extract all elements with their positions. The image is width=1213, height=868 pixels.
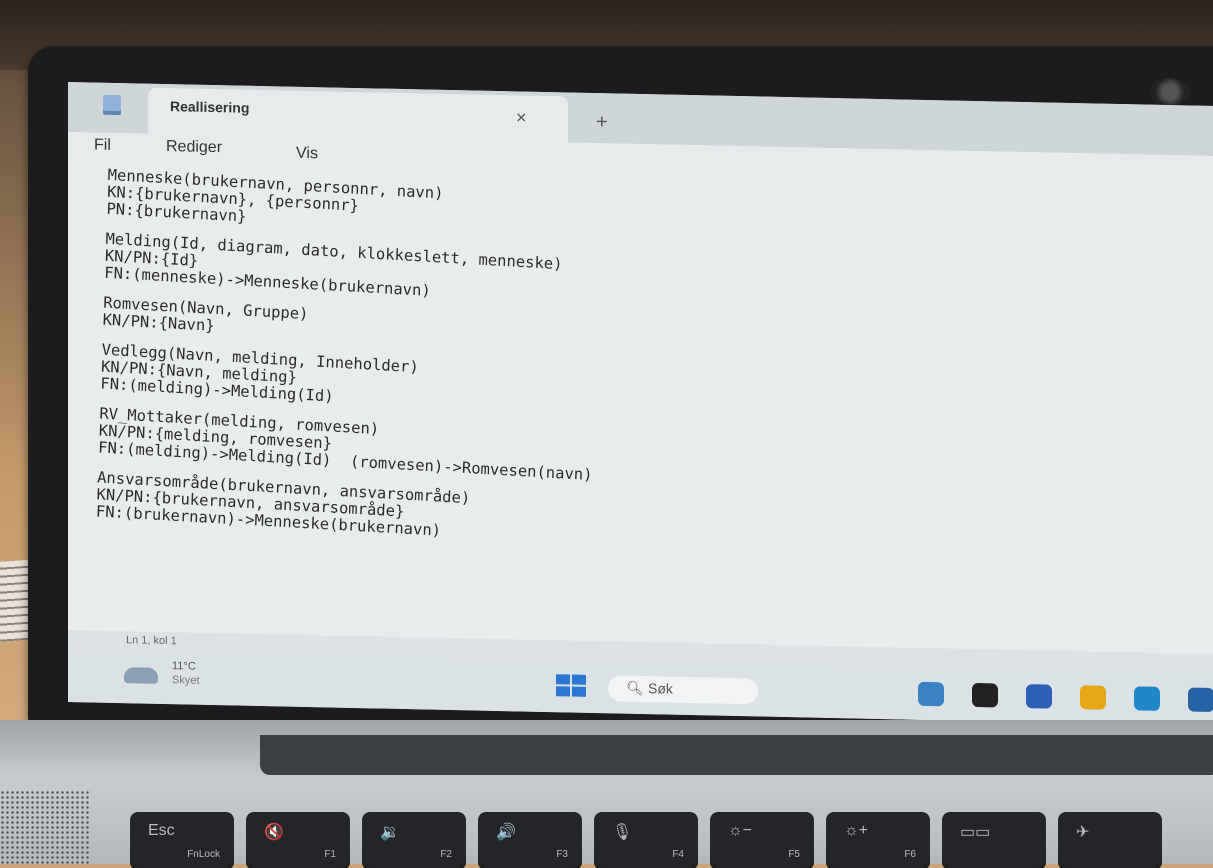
copilot-icon[interactable] [918,681,944,707]
keyboard-key: ☼+ F6 [826,812,930,868]
key-sublabel: F5 [788,849,800,860]
key-sublabel: F4 [672,849,684,860]
laptop-hinge [260,735,1213,775]
close-tab-icon[interactable]: × [516,107,527,128]
key-label: ✈ [1076,824,1090,841]
key-label: ☼+ [844,822,869,839]
chat-icon[interactable] [1026,684,1052,709]
key-label: 🔇 [264,824,284,841]
key-sublabel: F2 [440,849,452,860]
windows-logo-pane [556,686,570,697]
search-label: Søk [648,680,673,697]
laptop-screen: Reallisering × + Fil Rediger Vis Mennesk… [68,82,1213,727]
key-sublabel: F3 [556,849,568,860]
folder-icon[interactable] [1080,685,1106,710]
windows-logo-pane [572,674,586,685]
taskbar-search[interactable]: 🔍︎ Søk [608,675,758,705]
webcam [1150,78,1190,106]
menu-edit[interactable]: Rediger [166,138,222,157]
key-sublabel: FnLock [187,849,220,860]
tab-title: Reallisering [170,98,250,116]
key-sublabel: F1 [324,849,336,860]
keyboard-key: ✈ [1058,812,1162,868]
keyboard-key: 🔇 F1 [246,812,350,868]
key-label: Esc [148,822,175,839]
keyboard-key: 🔊 F3 [478,812,582,868]
speaker-grille [0,790,90,864]
menu-view[interactable]: Vis [296,145,318,163]
windows-logo-pane [572,686,586,697]
key-sublabel: F6 [904,849,916,860]
start-button[interactable] [556,674,586,697]
key-label: 🔉 [380,824,400,841]
cloud-icon[interactable] [124,667,158,684]
cursor-position: Ln 1, kol 1 [126,634,177,648]
keyboard-key: 🔉 F2 [362,812,466,868]
key-label: 🎙 [612,824,633,841]
keyboard-key: ▭▭ [942,812,1046,868]
keyboard-key: 🎙 F4 [594,812,698,868]
keyboard-key: Esc FnLock [130,812,234,868]
keyboard-key: ☼− F5 [710,812,814,868]
key-label: 🔊 [496,824,516,841]
store-icon[interactable] [1188,687,1213,713]
notepad-icon [103,94,121,116]
key-label: ▭▭ [960,824,991,841]
key-label: ☼− [728,822,753,839]
new-tab-button[interactable]: + [596,111,608,134]
weather-description[interactable]: Skyet [172,674,200,687]
text-editor[interactable]: Menneske(brukernavn, personnr, navn) KN:{… [92,166,1207,688]
terminal-icon[interactable] [972,682,998,708]
search-icon: 🔍︎ [626,679,644,697]
weather-temperature[interactable]: 11°C [172,660,196,672]
menu-file[interactable]: Fil [94,137,111,155]
windows-logo-pane [556,674,570,685]
edge-icon[interactable] [1134,686,1160,711]
